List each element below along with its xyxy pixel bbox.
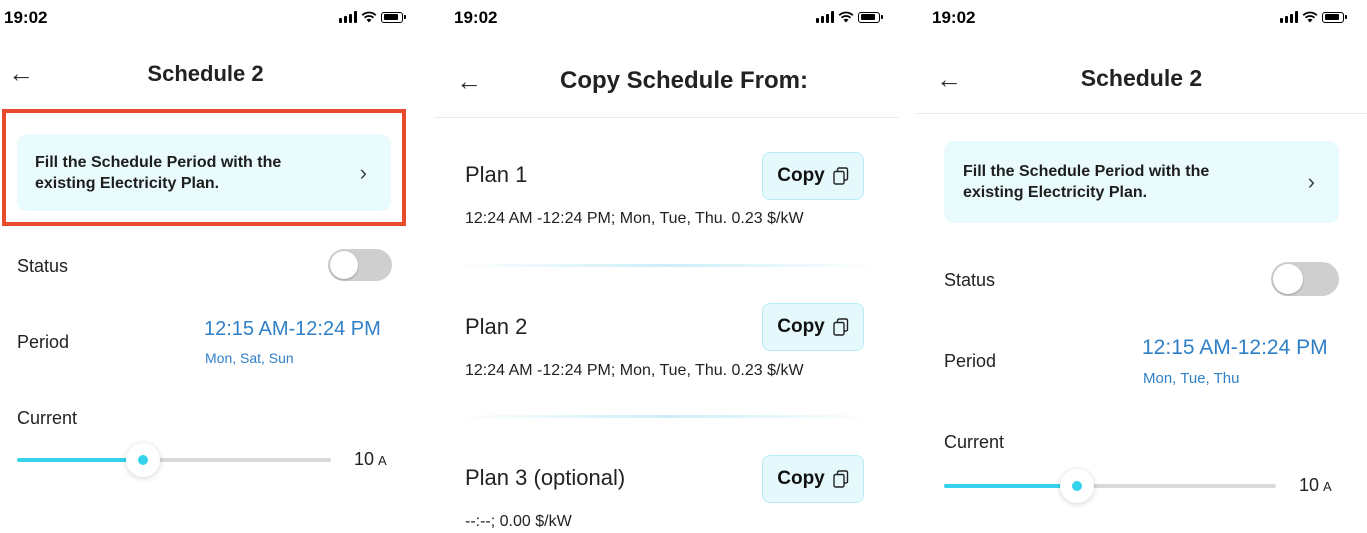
header-divider <box>434 117 899 118</box>
current-unit: A <box>1323 479 1332 494</box>
plan-name: Plan 1 <box>465 162 528 187</box>
period-time[interactable]: 12:15 AM-12:24 PM <box>1142 336 1328 360</box>
battery-icon <box>1322 11 1347 23</box>
current-label: Current <box>944 432 1005 452</box>
separator <box>454 415 879 418</box>
current-value-number: 10 <box>1299 475 1320 495</box>
status-bar: 19:02 <box>434 0 899 36</box>
current-value: 10 A <box>354 449 387 470</box>
schedule-screen-1: 19:02 ← Schedule 2 Fill the Schedule Per… <box>0 0 411 533</box>
plan-detail: 12:24 AM -12:24 PM; Mon, Tue, Thu. 0.23 … <box>465 210 804 227</box>
toggle-knob <box>330 251 358 279</box>
battery-icon <box>381 11 406 23</box>
header: ← Copy Schedule From: <box>434 64 899 100</box>
status-toggle[interactable] <box>1271 262 1339 296</box>
status-label: Status <box>17 256 69 276</box>
wifi-icon <box>361 11 377 23</box>
schedule-screen-2: 19:02 ← Schedule 2 Fill the Schedule Per… <box>916 0 1367 533</box>
slider-fill <box>17 458 143 462</box>
period-time[interactable]: 12:15 AM-12:24 PM <box>204 318 381 341</box>
header: ← Schedule 2 <box>0 58 411 92</box>
page-title: Schedule 2 <box>1080 65 1203 91</box>
copy-icon <box>833 470 848 488</box>
period-label: Period <box>17 332 70 352</box>
slider-fill <box>944 484 1077 488</box>
plan-name: Plan 2 <box>465 314 528 339</box>
current-slider[interactable] <box>17 443 331 477</box>
current-unit: A <box>378 453 387 468</box>
highlight-box <box>2 109 406 226</box>
copy-icon <box>833 318 848 336</box>
fill-card-text: Fill the Schedule Period with the existi… <box>963 163 1210 201</box>
copy-label: Copy <box>777 468 825 489</box>
slider-thumb[interactable] <box>126 443 160 477</box>
current-label: Current <box>17 408 78 428</box>
status-bar: 19:02 <box>0 0 411 36</box>
period-days[interactable]: Mon, Tue, Thu <box>1143 370 1239 387</box>
current-slider[interactable] <box>944 469 1276 503</box>
status-bar: 19:02 <box>916 0 1367 36</box>
status-time: 19:02 <box>454 8 498 27</box>
fill-from-plan-card[interactable]: Fill the Schedule Period with the existi… <box>944 141 1339 223</box>
current-value-number: 10 <box>354 449 375 469</box>
chevron-right-icon: › <box>1307 169 1315 194</box>
wifi-icon <box>1302 11 1318 23</box>
wifi-icon <box>838 11 854 23</box>
period-label: Period <box>944 351 997 371</box>
page-title: Schedule 2 <box>147 61 264 86</box>
toggle-knob <box>1273 264 1303 294</box>
header: ← Schedule 2 <box>916 62 1367 98</box>
copy-schedule-screen: 19:02 ← Copy Schedule From: Plan 1 Copy … <box>434 0 899 533</box>
signal-icon <box>816 11 834 23</box>
copy-icon <box>833 167 848 185</box>
status-toggle[interactable] <box>328 249 392 281</box>
signal-icon <box>339 11 357 23</box>
slider-thumb[interactable] <box>1060 469 1094 503</box>
signal-icon <box>1280 11 1298 23</box>
page-title: Copy Schedule From: <box>559 67 809 94</box>
current-value: 10 A <box>1299 475 1332 496</box>
copy-button-plan-2[interactable]: Copy <box>762 303 864 351</box>
copy-label: Copy <box>777 316 825 337</box>
copy-button-plan-3[interactable]: Copy <box>762 455 864 503</box>
plan-name: Plan 3 (optional) <box>465 465 626 490</box>
period-days[interactable]: Mon, Sat, Sun <box>205 350 294 366</box>
status-time: 19:02 <box>4 8 48 27</box>
plan-detail: --:--; 0.00 $/kW <box>465 513 572 530</box>
status-label: Status <box>944 270 996 290</box>
battery-icon <box>858 11 883 23</box>
copy-button-plan-1[interactable]: Copy <box>762 152 864 200</box>
plan-detail: 12:24 AM -12:24 PM; Mon, Tue, Thu. 0.23 … <box>465 362 804 379</box>
status-time: 19:02 <box>932 8 976 27</box>
separator <box>454 264 879 267</box>
copy-label: Copy <box>777 165 825 186</box>
header-divider <box>916 113 1367 114</box>
